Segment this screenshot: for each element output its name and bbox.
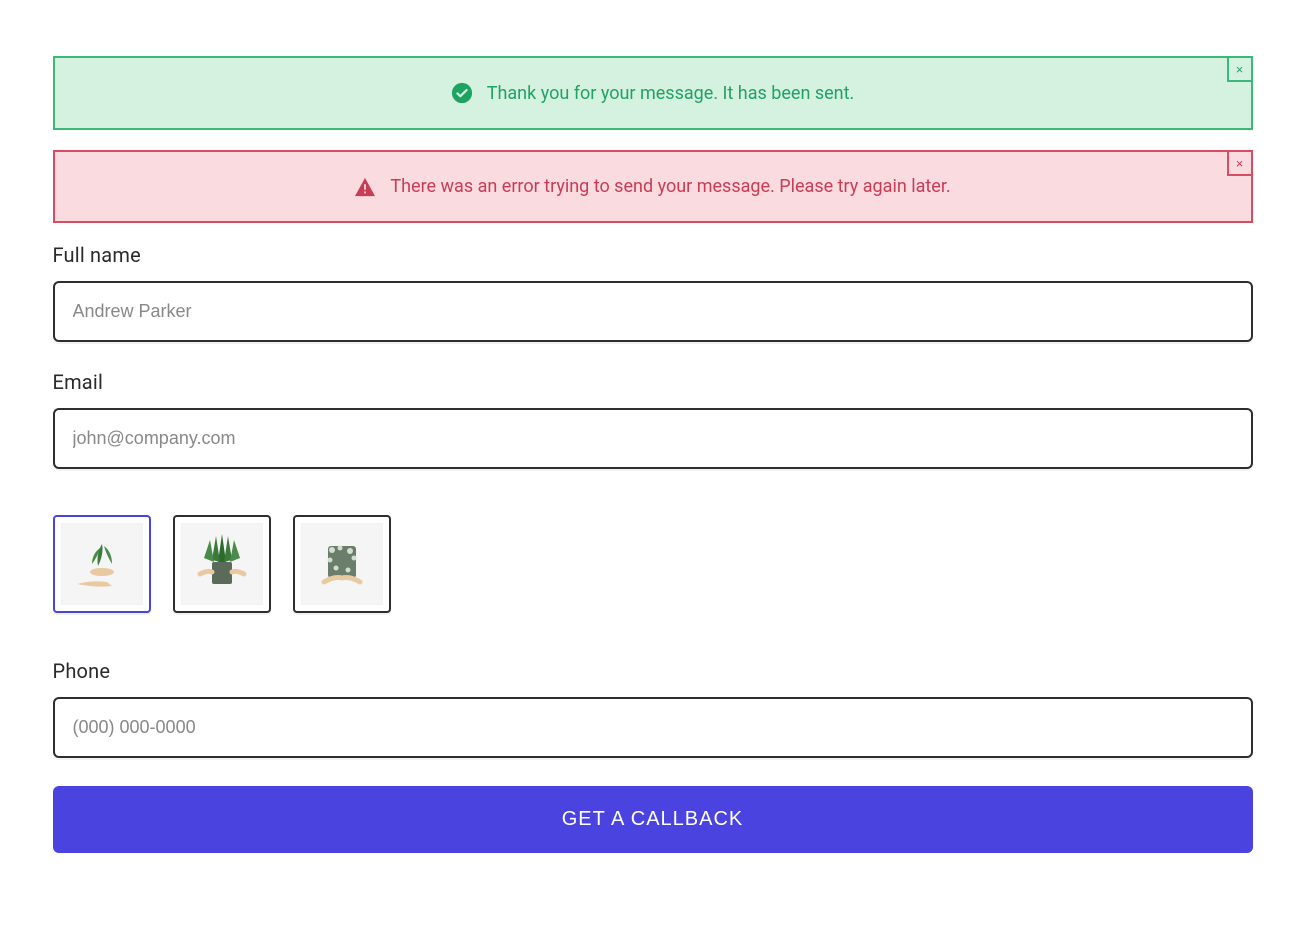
check-circle-icon bbox=[451, 82, 473, 104]
get-callback-button[interactable]: GET A CALLBACK bbox=[53, 786, 1253, 853]
plant-image-icon bbox=[181, 523, 263, 605]
form-container: Thank you for your message. It has been … bbox=[53, 56, 1253, 853]
phone-label: Phone bbox=[53, 659, 1253, 683]
alert-error-message: There was an error trying to send your m… bbox=[390, 176, 950, 197]
field-email: Email bbox=[53, 370, 1253, 469]
thumbnail-option-1[interactable] bbox=[53, 515, 151, 613]
close-icon: × bbox=[1236, 157, 1244, 170]
email-label: Email bbox=[53, 370, 1253, 394]
field-fullname: Full name bbox=[53, 243, 1253, 342]
alert-success-message: Thank you for your message. It has been … bbox=[487, 83, 855, 104]
phone-input[interactable] bbox=[53, 697, 1253, 758]
close-icon: × bbox=[1236, 63, 1244, 76]
fullname-label: Full name bbox=[53, 243, 1253, 267]
warning-triangle-icon bbox=[354, 177, 376, 197]
plant-image-icon bbox=[61, 523, 143, 605]
alert-error: There was an error trying to send your m… bbox=[53, 150, 1253, 223]
thumbnail-option-3[interactable] bbox=[293, 515, 391, 613]
alert-success-close-button[interactable]: × bbox=[1227, 56, 1253, 82]
alert-success: Thank you for your message. It has been … bbox=[53, 56, 1253, 130]
alert-error-close-button[interactable]: × bbox=[1227, 150, 1253, 176]
thumbnail-row bbox=[53, 515, 1253, 613]
email-input[interactable] bbox=[53, 408, 1253, 469]
fullname-input[interactable] bbox=[53, 281, 1253, 342]
field-phone: Phone bbox=[53, 659, 1253, 758]
plant-image-icon bbox=[301, 523, 383, 605]
thumbnail-option-2[interactable] bbox=[173, 515, 271, 613]
